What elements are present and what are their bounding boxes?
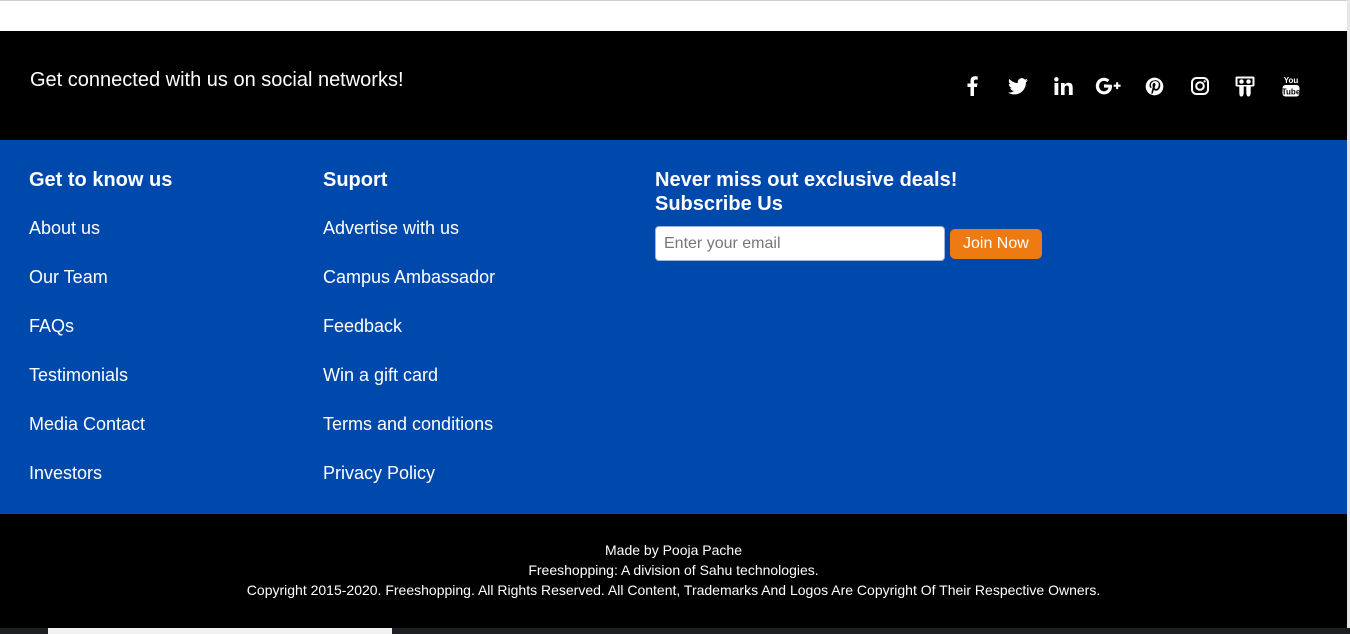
- linkedin-icon[interactable]: [1049, 75, 1077, 97]
- link-investors[interactable]: Investors: [29, 463, 172, 484]
- subscribe-heading: Subscribe Us: [655, 193, 783, 215]
- link-about-us[interactable]: About us: [29, 218, 172, 239]
- link-feedback[interactable]: Feedback: [323, 316, 495, 337]
- know-us-list: About us Our Team FAQs Testimonials Medi…: [29, 218, 172, 484]
- link-faqs[interactable]: FAQs: [29, 316, 172, 337]
- facebook-icon[interactable]: [958, 75, 986, 97]
- deals-heading: Never miss out exclusive deals!: [655, 169, 958, 191]
- made-by-text: Made by Pooja Pache: [605, 542, 742, 558]
- twitter-icon[interactable]: [1004, 75, 1032, 97]
- google-plus-icon[interactable]: [1095, 75, 1123, 97]
- youtube-icon[interactable]: You Tube: [1277, 75, 1305, 97]
- social-bar-text: Get connected with us on social networks…: [30, 69, 404, 91]
- support-heading: Suport: [323, 169, 388, 191]
- newsletter-column: Never miss out exclusive deals! Subscrib…: [655, 168, 1042, 261]
- top-blank-strip: [0, 0, 1350, 31]
- know-us-column: Get to know us About us Our Team FAQs Te…: [29, 168, 172, 512]
- social-icons: You Tube: [958, 75, 1305, 97]
- link-media-contact[interactable]: Media Contact: [29, 414, 172, 435]
- taskbar-search-area[interactable]: [48, 628, 392, 634]
- link-privacy[interactable]: Privacy Policy: [323, 463, 495, 484]
- link-testimonials[interactable]: Testimonials: [29, 365, 172, 386]
- join-now-button[interactable]: Join Now: [950, 228, 1042, 259]
- link-advertise[interactable]: Advertise with us: [323, 218, 495, 239]
- link-terms[interactable]: Terms and conditions: [323, 414, 495, 435]
- copyright-bar: Made by Pooja Pache Freeshopping: A divi…: [0, 514, 1347, 628]
- copyright-text: Copyright 2015-2020. Freeshopping. All R…: [246, 582, 1101, 598]
- email-input[interactable]: [655, 226, 945, 261]
- link-gift-card[interactable]: Win a gift card: [323, 365, 495, 386]
- pinterest-icon[interactable]: [1140, 75, 1168, 97]
- link-our-team[interactable]: Our Team: [29, 267, 172, 288]
- support-list: Advertise with us Campus Ambassador Feed…: [323, 218, 495, 484]
- footer-links-section: Get to know us About us Our Team FAQs Te…: [0, 140, 1347, 514]
- support-column: Suport Advertise with us Campus Ambassad…: [323, 168, 495, 512]
- slideshare-icon[interactable]: [1231, 75, 1259, 97]
- social-bar: Get connected with us on social networks…: [0, 31, 1347, 140]
- subscribe-form: Join Now: [655, 226, 1042, 261]
- division-text: Freeshopping: A division of Sahu technol…: [528, 562, 819, 578]
- svg-text:Tube: Tube: [1282, 87, 1300, 96]
- link-campus-ambassador[interactable]: Campus Ambassador: [323, 267, 495, 288]
- instagram-icon[interactable]: [1186, 75, 1214, 97]
- know-us-heading: Get to know us: [29, 169, 173, 191]
- svg-text:You: You: [1283, 76, 1298, 85]
